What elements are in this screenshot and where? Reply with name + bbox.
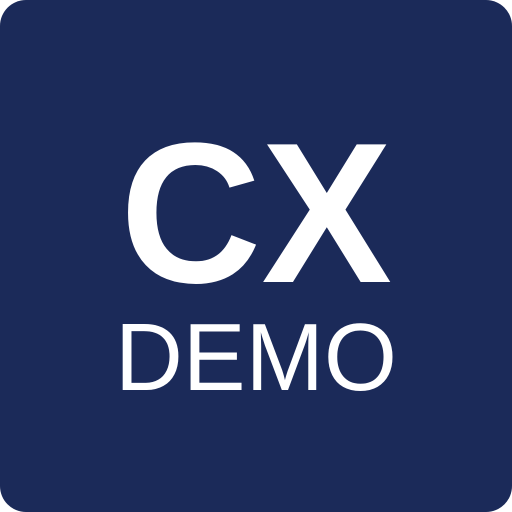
app-icon: CX DEMO [0, 0, 512, 512]
logo-sub-text: DEMO [115, 304, 397, 411]
logo-main-text: CX [120, 102, 392, 325]
cx-demo-logo: CX DEMO [115, 102, 397, 411]
